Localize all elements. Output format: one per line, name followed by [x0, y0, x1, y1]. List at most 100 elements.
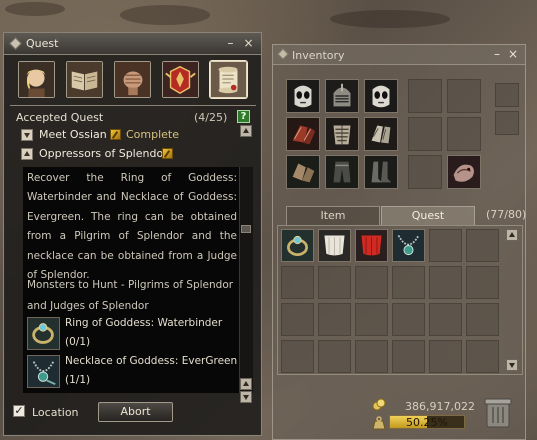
- tab-quest[interactable]: Quest: [381, 206, 475, 225]
- empty-slot[interactable]: [318, 303, 351, 336]
- quest-hunt-info: Monsters to Hunt - Pilgrims of Splendor …: [27, 279, 234, 312]
- scroll-up-button[interactable]: [240, 378, 252, 390]
- empty-slot[interactable]: [408, 79, 442, 113]
- minimize-button[interactable]: –: [224, 36, 237, 50]
- quest-item-grid: [277, 225, 523, 375]
- quest-list-item[interactable]: Meet Ossian Complete: [21, 128, 241, 144]
- winged-banner-icon[interactable]: [162, 61, 199, 98]
- scroll-down-button[interactable]: [506, 359, 518, 371]
- empty-slot[interactable]: [355, 303, 388, 336]
- skull-mask-icon[interactable]: [364, 79, 398, 113]
- quest-window-title: Quest: [26, 37, 59, 50]
- empty-slot[interactable]: [355, 266, 388, 299]
- inventory-titlebar[interactable]: Inventory – ×: [273, 45, 525, 65]
- tab-item[interactable]: Item: [286, 206, 380, 225]
- empty-slot[interactable]: [281, 266, 314, 299]
- open-book-icon[interactable]: [66, 61, 103, 98]
- leather-gloves-icon[interactable]: [286, 155, 320, 189]
- empty-slot[interactable]: [318, 340, 351, 373]
- quest-titlebar[interactable]: Quest – ×: [4, 33, 261, 55]
- inventory-window-title: Inventory: [292, 49, 345, 62]
- empty-slot[interactable]: [495, 83, 519, 107]
- empty-slot[interactable]: [447, 117, 481, 151]
- window-diamond-icon: [277, 48, 289, 60]
- adena-coins-icon: [372, 398, 386, 411]
- trash-can-icon[interactable]: [483, 395, 513, 429]
- white-cloth-icon[interactable]: [318, 229, 351, 262]
- window-diamond-icon: [9, 37, 22, 50]
- scroll-up-button[interactable]: [240, 125, 252, 137]
- ground-texture: [120, 5, 210, 25]
- empty-slot[interactable]: [281, 303, 314, 336]
- quest-flag-icon: [110, 129, 121, 140]
- quest-name: Oppressors of Splendor: [39, 147, 168, 160]
- expanded-toggle-icon[interactable]: [21, 148, 33, 160]
- empty-slot[interactable]: [429, 229, 462, 262]
- scroll-down-button[interactable]: [240, 391, 252, 403]
- ground-texture: [330, 10, 450, 28]
- bone-gloves-icon[interactable]: [364, 117, 398, 151]
- empty-slot[interactable]: [392, 266, 425, 299]
- ring-icon[interactable]: [27, 317, 60, 350]
- quest-item-name: Necklace of Goddess: EverGreen: [65, 355, 238, 367]
- dragon-icon[interactable]: [447, 155, 481, 189]
- fist-icon[interactable]: [114, 61, 151, 98]
- bone-armor-icon[interactable]: [325, 117, 359, 151]
- elf-portrait-icon[interactable]: [18, 61, 55, 98]
- detail-scrollbar[interactable]: [239, 167, 253, 393]
- abort-button[interactable]: Abort: [98, 402, 173, 422]
- empty-slot[interactable]: [429, 303, 462, 336]
- quest-window: Quest – × Accepted Quest (4/25) ? Meet O…: [3, 32, 262, 436]
- ground-texture: [5, 2, 65, 16]
- quest-flag-icon: [162, 148, 173, 159]
- necklace-icon[interactable]: [27, 355, 60, 388]
- empty-slot[interactable]: [466, 340, 499, 373]
- empty-slot[interactable]: [466, 229, 499, 262]
- necklace-icon[interactable]: [392, 229, 425, 262]
- empty-slot[interactable]: [392, 340, 425, 373]
- skull-mask-icon[interactable]: [286, 79, 320, 113]
- quest-item-name: Ring of Goddess: Waterbinder: [65, 317, 223, 329]
- scroll-up-button[interactable]: [506, 229, 518, 241]
- location-label: Location: [32, 406, 79, 419]
- red-cloth-icon[interactable]: [355, 229, 388, 262]
- scroll-icon[interactable]: [210, 61, 247, 98]
- close-button[interactable]: ×: [507, 47, 519, 61]
- quest-item-entry: Necklace of Goddess: EverGreen (1/1): [27, 355, 237, 391]
- empty-slot[interactable]: [355, 340, 388, 373]
- inventory-count: (77/80): [486, 208, 527, 221]
- empty-slot[interactable]: [392, 303, 425, 336]
- weight-icon: [372, 416, 386, 430]
- empty-slot[interactable]: [447, 79, 481, 113]
- red-gauntlets-icon[interactable]: [286, 117, 320, 151]
- quest-status: Complete: [126, 128, 180, 141]
- accepted-quest-label: Accepted Quest: [16, 111, 104, 124]
- divider: [10, 105, 256, 106]
- empty-slot[interactable]: [429, 266, 462, 299]
- empty-slot[interactable]: [408, 117, 442, 151]
- empty-slot[interactable]: [318, 266, 351, 299]
- empty-slot[interactable]: [466, 303, 499, 336]
- empty-slot[interactable]: [466, 266, 499, 299]
- quest-name: Meet Ossian: [39, 128, 107, 141]
- close-button[interactable]: ×: [242, 36, 255, 50]
- boots-icon[interactable]: [364, 155, 398, 189]
- dark-leggings-icon[interactable]: [325, 155, 359, 189]
- empty-slot[interactable]: [408, 155, 442, 189]
- minimize-button[interactable]: –: [491, 47, 503, 61]
- quest-detail-panel: Recover the Ring of Goddess: Waterbinder…: [23, 167, 239, 393]
- quest-description: Recover the Ring of Goddess: Waterbinder…: [27, 172, 237, 282]
- empty-slot[interactable]: [495, 111, 519, 135]
- quest-list-item[interactable]: Oppressors of Splendor: [21, 147, 241, 163]
- quest-item-count: (0/1): [65, 336, 91, 348]
- quest-item-entry: Ring of Goddess: Waterbinder (0/1): [27, 317, 237, 353]
- empty-slot[interactable]: [281, 340, 314, 373]
- collapsed-toggle-icon[interactable]: [21, 129, 33, 141]
- ring-icon[interactable]: [281, 229, 314, 262]
- detail-scroll-thumb[interactable]: [241, 225, 251, 233]
- location-checkbox[interactable]: ✓: [13, 405, 25, 417]
- inventory-window: Inventory – × Item Quest (77/80) 386,917…: [272, 44, 526, 440]
- empty-slot[interactable]: [429, 340, 462, 373]
- knight-helmet-icon[interactable]: [325, 79, 359, 113]
- help-button[interactable]: ?: [237, 110, 250, 123]
